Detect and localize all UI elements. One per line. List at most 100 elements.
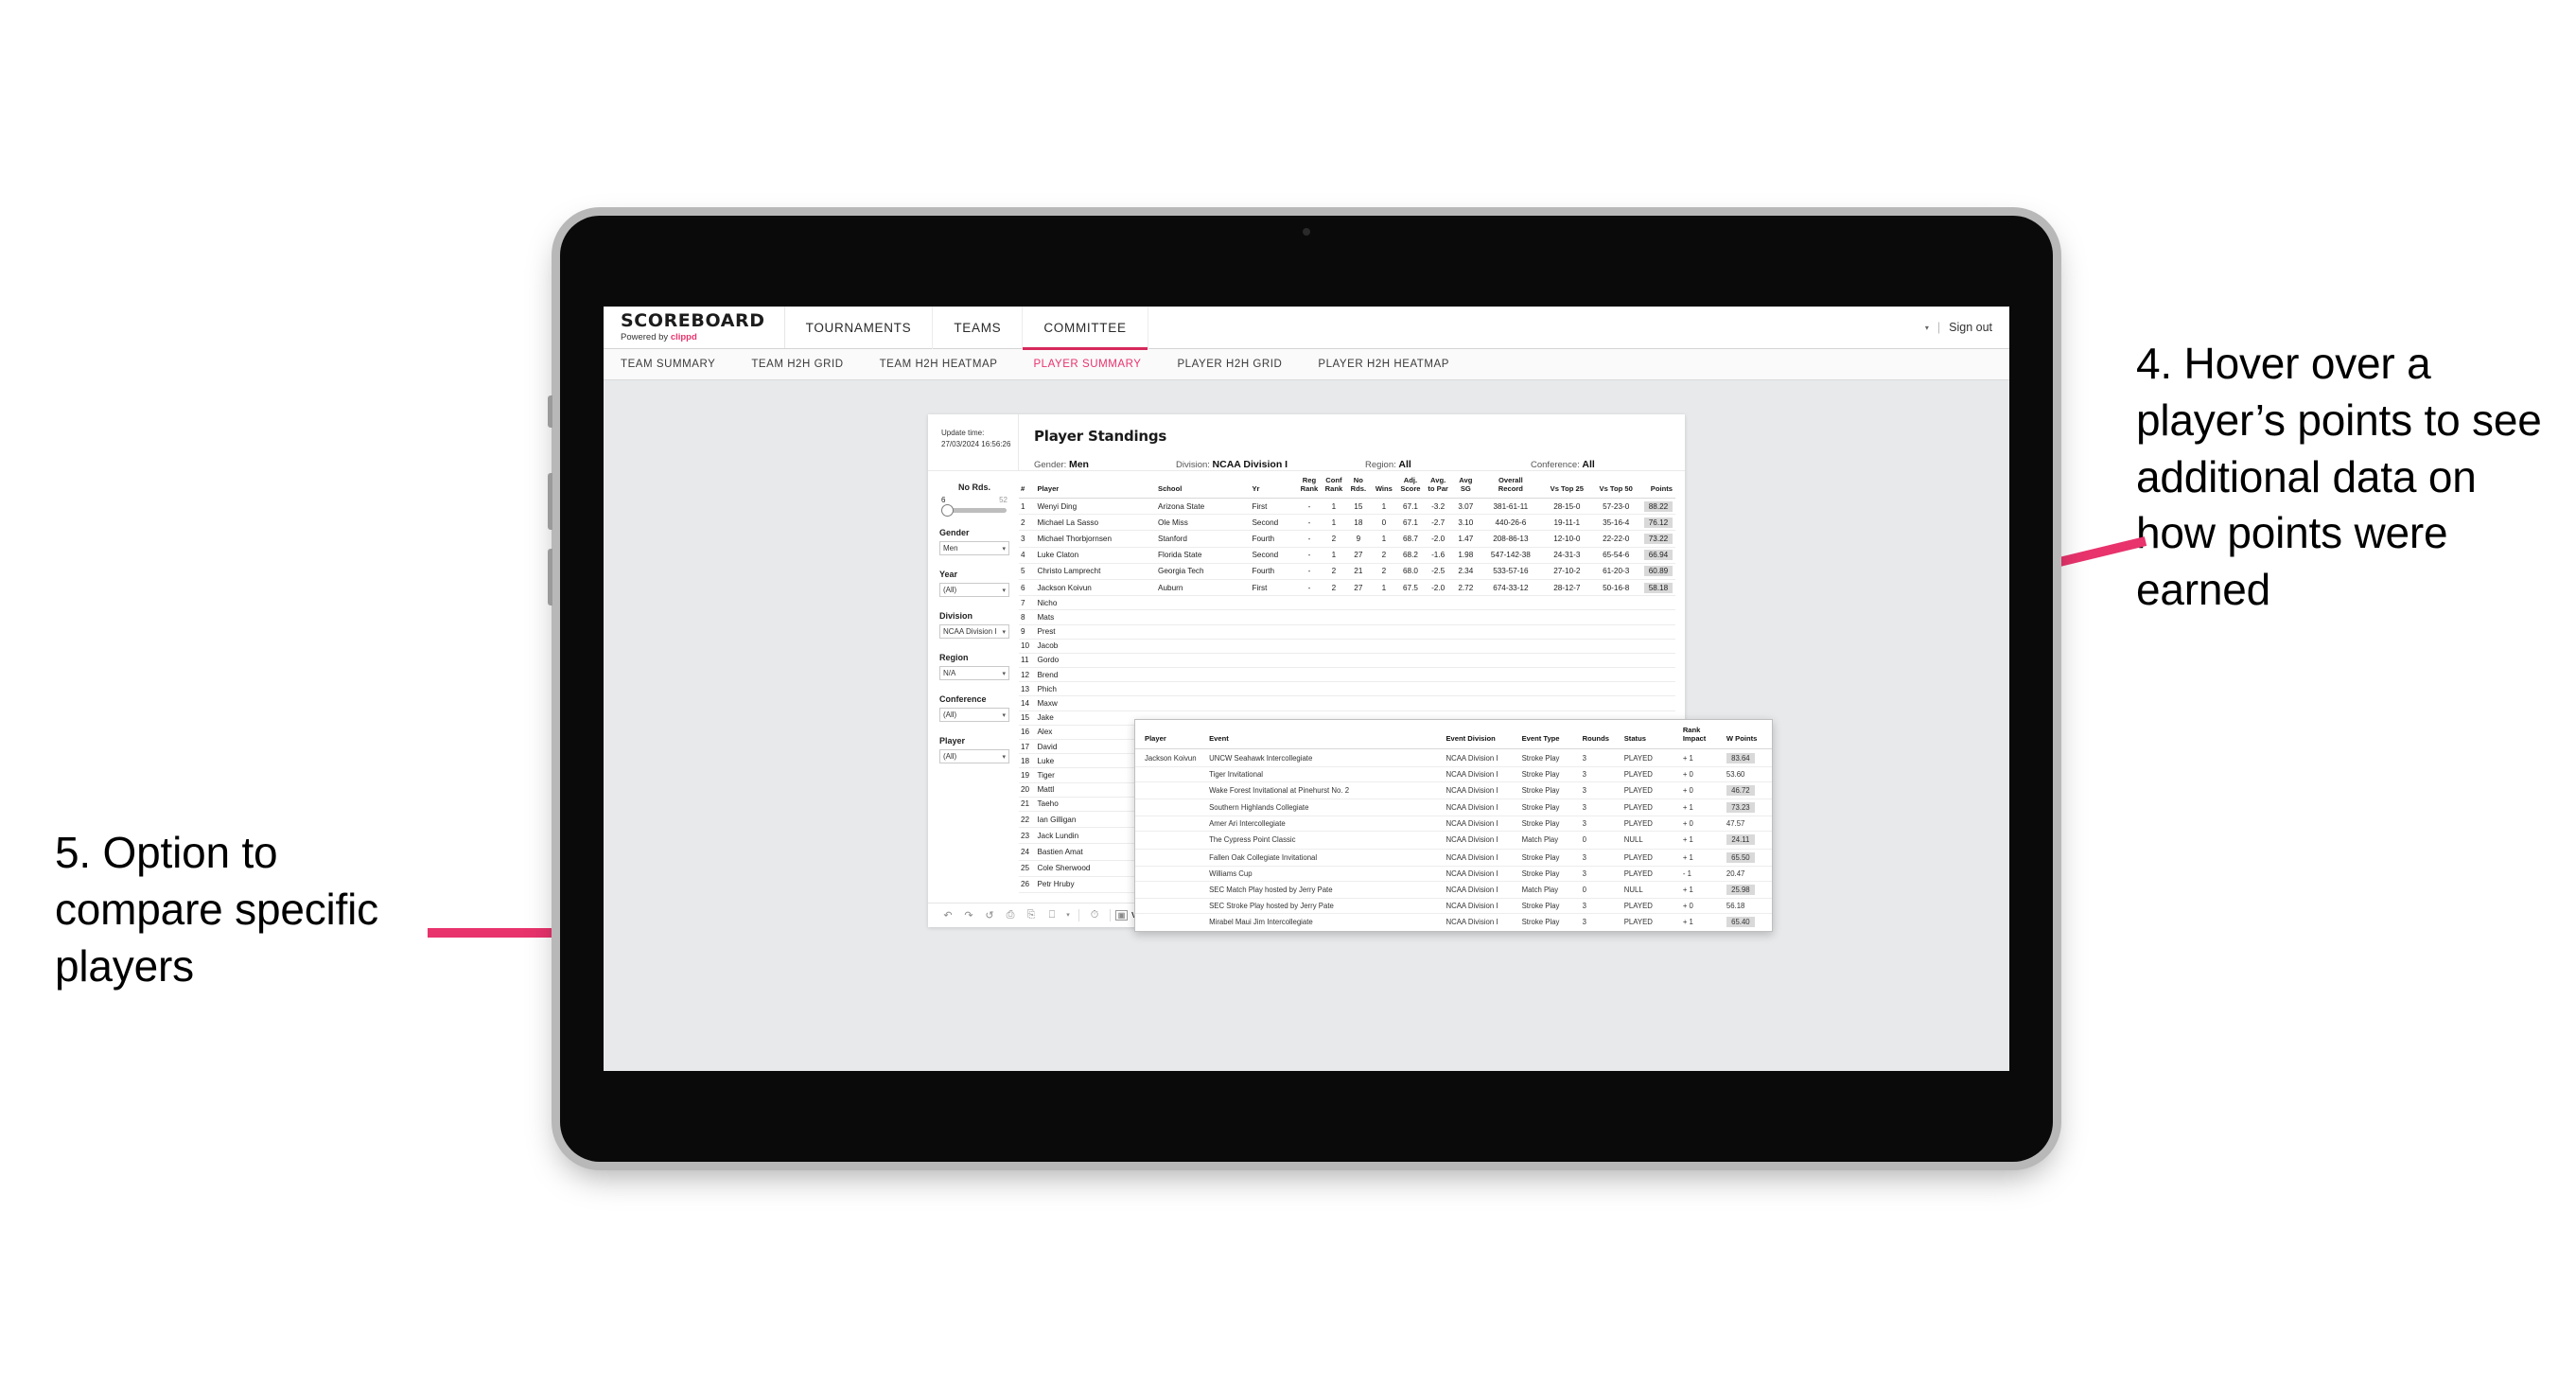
table-row[interactable]: 7 Nicho [1019, 595, 1675, 611]
redo-icon[interactable]: ↷ [958, 909, 979, 921]
table-row[interactable]: 8 Mats [1019, 609, 1675, 625]
cell-points[interactable]: 58.18 [1640, 579, 1675, 597]
col-vs-top-25[interactable]: Vs Top 25 [1542, 477, 1592, 499]
col-vs-top-50[interactable]: Vs Top 50 [1591, 477, 1641, 499]
col-points[interactable]: Points [1640, 477, 1675, 499]
brand-logo[interactable]: SCOREBOARD Powered by clippd [604, 307, 785, 348]
tab-team-h2h-heatmap[interactable]: TEAM H2H HEATMAP [862, 359, 1016, 370]
chevron-down-icon[interactable]: ▾ [1925, 324, 1929, 332]
cell-n: 20 [1019, 782, 1038, 798]
cell-points[interactable] [1640, 624, 1675, 640]
table-row[interactable]: 6 Jackson Koivun Auburn First -2 27 1 67.5 -2.0 2… [1019, 579, 1675, 597]
cell-rds: 27 [1345, 579, 1371, 597]
nav-teams[interactable]: TEAMS [933, 307, 1024, 349]
tt-cell-rounds: 3 [1582, 766, 1624, 782]
cell-points[interactable]: 60.89 [1640, 563, 1675, 580]
cell-points[interactable]: 73.22 [1640, 530, 1675, 548]
col-adj-score[interactable]: Adj. Score [1396, 476, 1424, 499]
tablet-screen: SCOREBOARD Powered by clippd TOURNAMENTS… [604, 307, 2009, 1071]
col-reg-rank[interactable]: Reg Rank [1297, 476, 1322, 499]
cell-points[interactable]: 88.22 [1640, 498, 1675, 516]
cell-yr [1252, 667, 1297, 683]
table-row[interactable]: 3 Michael Thorbjornsen Stanford Fourth -2 9 1 6… [1019, 530, 1675, 548]
tt-cell-player [1135, 914, 1209, 931]
tab-team-h2h-grid[interactable]: TEAM H2H GRID [733, 359, 861, 370]
card-body: No Rds. 6 52 Gender Men ▾ Year (All) ▾ D… [928, 470, 1773, 932]
cell-points[interactable] [1640, 639, 1675, 654]
pause-updates-icon[interactable]: ⎘ [1021, 909, 1042, 921]
tab-player-h2h-heatmap[interactable]: PLAYER H2H HEATMAP [1300, 359, 1467, 370]
cell-par [1424, 609, 1453, 625]
cell-player: Gordo [1037, 653, 1158, 669]
col-yr[interactable]: Yr [1252, 477, 1297, 499]
col-player[interactable]: Player [1037, 477, 1158, 499]
cell-yr: First [1252, 498, 1297, 516]
cell-n: 22 [1019, 811, 1038, 829]
tooltip-row: Wake Forest Invitational at Pinehurst No… [1135, 781, 1772, 800]
table-row[interactable]: 14 Maxw [1019, 695, 1675, 711]
filter-player-select[interactable]: (All) ▾ [939, 749, 1009, 763]
cell-wins [1370, 667, 1397, 683]
sign-out-link[interactable]: Sign out [1949, 321, 1992, 334]
col-no-rds[interactable]: No Rds. [1345, 476, 1371, 499]
tab-team-summary[interactable]: TEAM SUMMARY [621, 359, 733, 370]
cell-points[interactable]: 66.94 [1640, 547, 1675, 564]
refresh-data-icon[interactable]: ⎙ [1000, 909, 1021, 921]
filter-gender-select[interactable]: Men ▾ [939, 541, 1009, 555]
cell-adj [1396, 695, 1424, 711]
custom-view-icon[interactable]: ⎕ [1042, 909, 1062, 921]
cell-points[interactable] [1640, 653, 1675, 669]
cell-rds [1345, 639, 1371, 654]
filter-division-select[interactable]: NCAA Division I ▾ [939, 624, 1009, 639]
cell-points[interactable]: 76.12 [1640, 514, 1675, 532]
tab-player-h2h-grid[interactable]: PLAYER H2H GRID [1159, 359, 1300, 370]
table-row[interactable]: 12 Brend [1019, 667, 1675, 683]
filter-region-select[interactable]: N/A ▾ [939, 666, 1009, 680]
col-avg-to-par[interactable]: Avg. to Par [1424, 476, 1453, 499]
nav-tournaments[interactable]: TOURNAMENTS [785, 307, 934, 349]
cell-reg: - [1297, 514, 1322, 532]
tt-cell-status: PLAYED [1623, 766, 1683, 782]
col-conf-rank[interactable]: Conf Rank [1321, 476, 1346, 499]
cell-points[interactable] [1640, 667, 1675, 683]
cell-t25 [1542, 667, 1592, 683]
history-icon[interactable]: ⏱ [1084, 909, 1105, 921]
table-row[interactable]: 1 Wenyi Ding Arizona State First -1 15 1 67.1 -3… [1019, 498, 1675, 516]
nav-committee[interactable]: COMMITTEE [1023, 307, 1148, 350]
cell-points[interactable] [1640, 695, 1675, 711]
filter-conference-select[interactable]: (All) ▾ [939, 708, 1009, 722]
table-row[interactable]: 10 Jacob [1019, 639, 1675, 654]
filter-year-select[interactable]: (All) ▾ [939, 583, 1009, 597]
table-row[interactable]: 13 Phich [1019, 681, 1675, 697]
tab-player-summary[interactable]: PLAYER SUMMARY [1015, 359, 1159, 370]
table-row[interactable]: 4 Luke Claton Florida State Second -1 27 2 68.2… [1019, 547, 1675, 564]
no-rounds-slider-group: No Rds. 6 52 [939, 482, 1009, 517]
cell-points[interactable] [1640, 609, 1675, 625]
undo-icon[interactable]: ↶ [938, 909, 958, 921]
tooltip-row: SEC Stroke Play hosted by Jerry Pate NCAA… [1135, 898, 1772, 915]
table-row[interactable]: 11 Gordo [1019, 653, 1675, 669]
tt-cell-player [1135, 881, 1210, 900]
cell-t25 [1542, 639, 1592, 654]
col-wins[interactable]: Wins [1370, 477, 1397, 499]
cell-yr [1252, 595, 1297, 611]
meta-gender: Gender: Men [1034, 459, 1176, 470]
table-row[interactable]: 9 Prest [1019, 624, 1675, 640]
table-row[interactable]: 2 Michael La Sasso Ole Miss Second -1 18 0 67.1… [1019, 514, 1675, 532]
chevron-down-icon[interactable]: ▾ [1062, 911, 1074, 919]
col-rank[interactable]: # [1019, 477, 1038, 499]
table-row[interactable]: 5 Christo Lamprecht Georgia Tech Fourth -2 21… [1019, 563, 1675, 580]
cell-points[interactable] [1640, 595, 1675, 611]
col-avg-sg[interactable]: Avg SG [1452, 476, 1480, 499]
cell-yr: First [1252, 579, 1297, 597]
no-rounds-slider-handle[interactable] [941, 504, 954, 517]
page-title: Player Standings [1034, 428, 1167, 445]
cell-sg [1452, 609, 1480, 625]
revert-icon[interactable]: ↺ [979, 909, 1000, 921]
cell-points[interactable] [1640, 681, 1675, 697]
cell-n: 13 [1019, 681, 1038, 697]
col-school[interactable]: School [1158, 477, 1253, 499]
secondary-nav: TEAM SUMMARY TEAM H2H GRID TEAM H2H HEAT… [604, 349, 2009, 380]
no-rounds-slider-track[interactable] [941, 504, 1007, 517]
col-overall-record[interactable]: Overall Record [1479, 476, 1543, 499]
